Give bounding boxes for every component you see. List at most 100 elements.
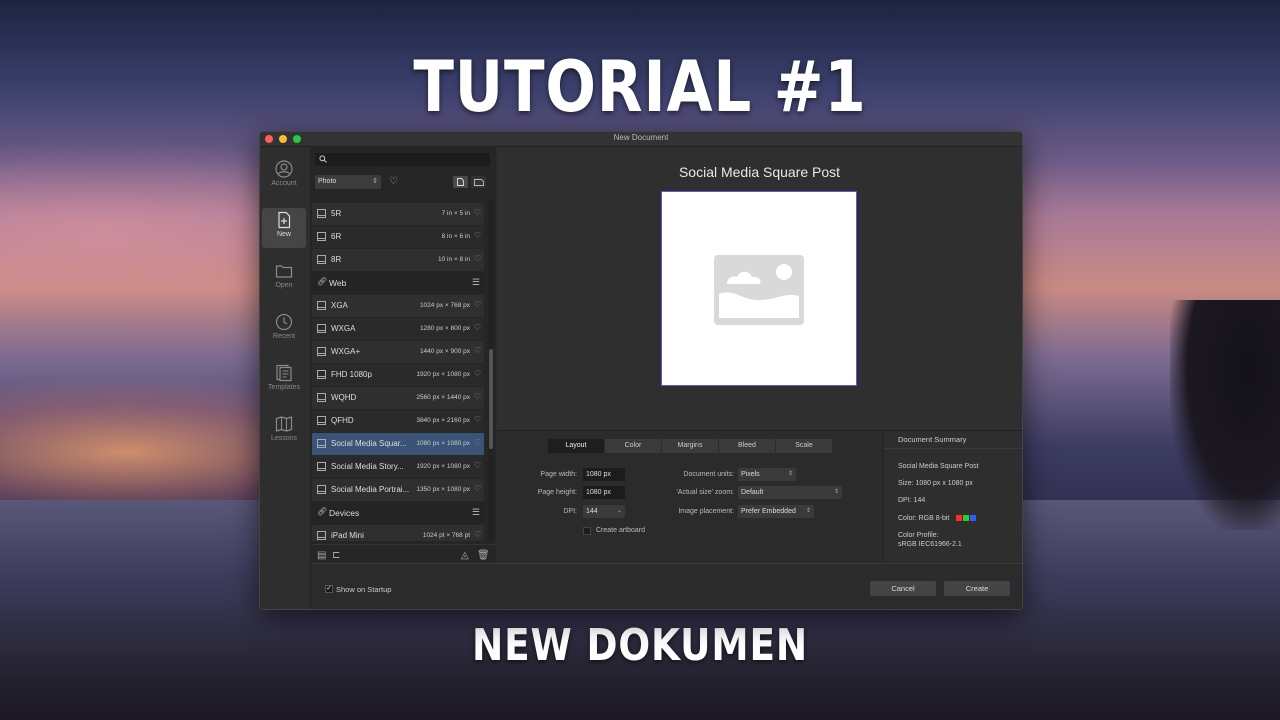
summary-color-row: Color: RGB 8-bit bbox=[898, 515, 977, 522]
heart-icon[interactable]: ♡ bbox=[474, 369, 481, 378]
list-item[interactable]: 8R 10 in × 8 in ♡ bbox=[312, 249, 484, 271]
preset-name: WXGA+ bbox=[331, 347, 361, 356]
search-input[interactable] bbox=[331, 153, 481, 166]
tab-margins[interactable]: Margins bbox=[662, 439, 718, 453]
document-summary: Document Summary Social Media Square Pos… bbox=[883, 431, 1022, 562]
preset-search[interactable] bbox=[315, 153, 490, 166]
nav-lessons[interactable]: Lessons bbox=[262, 412, 306, 452]
section-title: Web bbox=[329, 278, 347, 288]
list-item[interactable]: Social Media Story... 1920 px × 1080 px … bbox=[312, 456, 484, 478]
document-units-select[interactable]: Pixels ⇕ bbox=[738, 468, 796, 481]
preset-name: FHD 1080p bbox=[331, 370, 372, 379]
list-item[interactable]: WXGA+ 1440 px × 900 px ♡ bbox=[312, 341, 484, 363]
heart-icon[interactable]: ♡ bbox=[474, 484, 481, 493]
document-preview-canvas bbox=[661, 191, 857, 386]
page-icon bbox=[317, 232, 326, 241]
new-document-icon bbox=[278, 211, 291, 229]
nav-open-label: Open bbox=[275, 282, 293, 289]
preset-size: 7 in × 5 in bbox=[441, 210, 470, 217]
heart-icon[interactable]: ♡ bbox=[474, 415, 481, 424]
document-units-label: Document units: bbox=[683, 471, 734, 478]
heart-icon[interactable]: ♡ bbox=[474, 392, 481, 401]
add-category-icon[interactable]: ⊏ bbox=[332, 550, 340, 561]
summary-color: Color: RGB 8-bit bbox=[898, 515, 950, 522]
portrait-orientation-button[interactable] bbox=[453, 176, 468, 188]
list-item[interactable]: 5R 7 in × 5 in ♡ bbox=[312, 203, 484, 225]
create-button[interactable]: Create bbox=[944, 581, 1010, 596]
nav-account[interactable]: Account bbox=[262, 157, 306, 197]
landscape-orientation-button[interactable] bbox=[471, 176, 486, 188]
updown-chevron-icon: ⇕ bbox=[372, 178, 378, 185]
tab-layout[interactable]: Layout bbox=[548, 439, 604, 453]
list-item[interactable]: WQHD 2560 px × 1440 px ♡ bbox=[312, 387, 484, 409]
red-swatch bbox=[956, 515, 963, 522]
preset-size: 1920 px × 1080 px bbox=[416, 463, 470, 470]
preset-name: Social Media Squar... bbox=[331, 439, 407, 448]
heart-icon[interactable]: ♡ bbox=[474, 231, 481, 240]
heart-icon[interactable]: ♡ bbox=[474, 346, 481, 355]
hamburger-menu-icon[interactable]: ☰ bbox=[472, 277, 480, 288]
tutorial-title: TUTORIAL #1 bbox=[413, 46, 867, 128]
nav-recent[interactable]: Recent bbox=[262, 310, 306, 350]
list-item[interactable]: WXGA 1280 px × 800 px ♡ bbox=[312, 318, 484, 340]
list-item[interactable]: QFHD 3840 px × 2160 px ♡ bbox=[312, 410, 484, 432]
heart-icon[interactable]: ♡ bbox=[474, 254, 481, 263]
window-titlebar: New Document bbox=[260, 132, 1022, 147]
heart-icon[interactable]: ♡ bbox=[474, 461, 481, 470]
heart-icon[interactable]: ♡ bbox=[474, 530, 481, 539]
nav-templates[interactable]: Templates bbox=[262, 361, 306, 401]
show-on-startup-checkbox[interactable]: ✓ bbox=[325, 585, 333, 593]
preset-list-panel: Photo ⇕ ♡ 5R 7 in × 5 in ♡ 6R 8 in × 6 i… bbox=[311, 147, 496, 609]
preview-title: Social Media Square Post bbox=[678, 164, 841, 180]
section-title: Devices bbox=[329, 508, 360, 518]
heart-icon[interactable]: ♡ bbox=[474, 208, 481, 217]
category-select[interactable]: Photo ⇕ bbox=[315, 175, 381, 189]
page-width-field[interactable]: 1080 px bbox=[583, 468, 625, 481]
list-item-selected[interactable]: Social Media Squar... 1080 px × 1080 px … bbox=[312, 433, 484, 455]
actual-size-zoom-select[interactable]: Default ⇕ bbox=[738, 486, 842, 499]
updown-chevron-icon: ⇕ bbox=[787, 471, 793, 477]
list-item[interactable]: iPad Mini 1024 pt × 768 pt ♡ bbox=[312, 525, 484, 541]
heart-icon[interactable]: ♡ bbox=[474, 300, 481, 309]
section-header-web[interactable]: 🔗︎ Web ☰ bbox=[312, 272, 484, 294]
tab-color[interactable]: Color bbox=[605, 439, 661, 453]
preset-size: 1920 px × 1080 px bbox=[416, 371, 470, 378]
nav-new[interactable]: New bbox=[262, 208, 306, 248]
create-artboard-checkbox[interactable] bbox=[583, 527, 591, 535]
favorites-heart-icon[interactable]: ♡ bbox=[389, 175, 398, 189]
heart-icon[interactable]: ♡ bbox=[474, 323, 481, 332]
trash-icon[interactable]: 🗑︎ bbox=[477, 550, 490, 561]
page-icon bbox=[317, 416, 326, 425]
hamburger-menu-icon[interactable]: ☰ bbox=[472, 507, 480, 518]
preset-rows: 5R 7 in × 5 in ♡ 6R 8 in × 6 in ♡ 8R 10 … bbox=[311, 199, 489, 541]
cancel-button[interactable]: Cancel bbox=[870, 581, 936, 596]
preset-name: WXGA bbox=[331, 324, 356, 333]
color-swatches bbox=[955, 515, 977, 522]
section-header-devices[interactable]: 🔗︎ Devices ☰ bbox=[312, 502, 484, 524]
affinity-logo-icon[interactable]: ◬ bbox=[461, 550, 469, 561]
scrollbar-thumb[interactable] bbox=[489, 349, 493, 449]
add-preset-icon[interactable]: ▤ bbox=[317, 550, 326, 561]
preset-name: 6R bbox=[331, 232, 342, 241]
list-item[interactable]: XGA 1024 px × 768 px ♡ bbox=[312, 295, 484, 317]
dpi-field[interactable]: 144 ⌄ bbox=[583, 505, 625, 518]
image-placement-select[interactable]: Prefer Embedded ⇕ bbox=[738, 505, 814, 518]
create-artboard-label: Create artboard bbox=[596, 527, 646, 534]
tab-bleed[interactable]: Bleed bbox=[719, 439, 775, 453]
list-item[interactable]: 6R 8 in × 6 in ♡ bbox=[312, 226, 484, 248]
list-item[interactable]: FHD 1080p 1920 px × 1080 px ♡ bbox=[312, 364, 484, 386]
list-item[interactable]: Social Media Portrai... 1350 px × 1080 p… bbox=[312, 479, 484, 501]
page-height-field[interactable]: 1080 px bbox=[583, 486, 625, 499]
image-placement-label: Image placement: bbox=[678, 508, 734, 515]
nav-new-label: New bbox=[276, 231, 291, 238]
preset-name: QFHD bbox=[331, 416, 354, 425]
tab-scale[interactable]: Scale bbox=[776, 439, 832, 453]
nav-templates-label: Templates bbox=[268, 384, 300, 391]
heart-icon[interactable]: ♡ bbox=[474, 438, 481, 447]
preset-list-scrollbar[interactable] bbox=[488, 199, 494, 541]
tutorial-subtitle: NEW DOKUMEN bbox=[471, 620, 809, 671]
chevron-down-icon: ⌄ bbox=[616, 508, 622, 514]
page-icon bbox=[317, 324, 326, 333]
image-placeholder-icon bbox=[714, 255, 804, 325]
nav-open[interactable]: Open bbox=[262, 259, 306, 299]
